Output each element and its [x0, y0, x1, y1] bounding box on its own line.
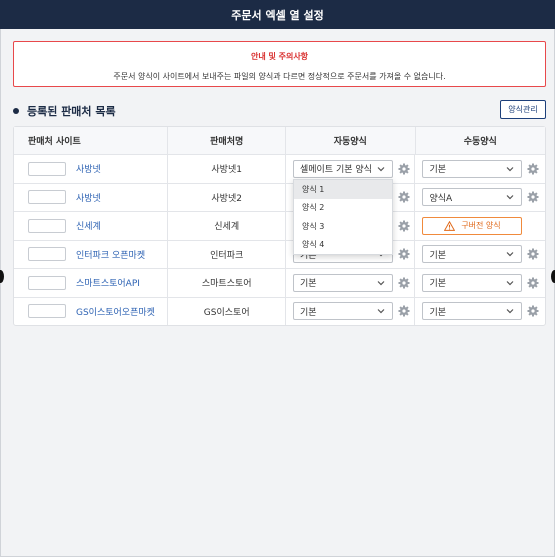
section-title: 등록된 판매처 목록	[27, 105, 116, 118]
notice-box: 안내 및 주의사항 주문서 양식이 사이트에서 보내주는 파일의 양식과 다르면…	[13, 41, 546, 87]
select-value: 기본	[429, 279, 447, 290]
gear-icon[interactable]	[398, 277, 410, 289]
seller-name: 사방넷2	[167, 183, 285, 211]
warning-icon	[444, 220, 456, 231]
site-link[interactable]: 스마트스토어API	[76, 276, 140, 289]
manual-form-select[interactable]: 기본	[422, 245, 523, 264]
site-link[interactable]: 신세계	[76, 219, 101, 232]
row-checkbox[interactable]	[28, 247, 66, 262]
select-value: 셀메이트 기본 양식	[299, 165, 372, 176]
chevron-down-icon	[377, 166, 385, 172]
row-checkbox[interactable]	[28, 161, 66, 176]
chevron-down-icon	[377, 309, 385, 314]
auto-form-dropdown-menu: 양식 1 양식 2 양식 3 양식 4	[293, 179, 393, 255]
notice-text: 주문서 양식이 사이트에서 보내주는 파일의 양식과 다르면 정상적으로 주문서…	[113, 72, 446, 81]
site-link[interactable]: 사방넷	[76, 162, 101, 175]
site-link[interactable]: GS이스토어오픈마켓	[76, 305, 155, 318]
seller-name: 인터파크	[167, 240, 285, 268]
header-manual-form: 수동양식	[414, 127, 546, 154]
auto-form-select[interactable]: 기본	[292, 302, 393, 321]
header-site: 판매처 사이트	[28, 137, 81, 147]
bullet-icon	[13, 108, 19, 114]
gear-icon[interactable]	[527, 163, 539, 175]
row-checkbox[interactable]	[28, 190, 66, 205]
gear-icon[interactable]	[398, 191, 410, 203]
gear-icon[interactable]	[398, 220, 410, 232]
row-checkbox[interactable]	[28, 275, 66, 290]
seller-table: 판매처 사이트 판매처명 자동양식 수동양식 사방넷 사방넷1 셀메이트 기본 …	[13, 126, 546, 326]
table-row: 사방넷 사방넷1 셀메이트 기본 양식 기본	[14, 154, 545, 183]
section-heading: 등록된 판매처 목록	[13, 103, 116, 119]
select-value: 기본	[299, 279, 317, 290]
table-header-row: 판매처 사이트 판매처명 자동양식 수동양식	[14, 127, 545, 154]
seller-name: 신세계	[167, 212, 285, 240]
chevron-down-icon	[507, 309, 514, 314]
seller-name: 스마트스토어	[167, 269, 285, 297]
legacy-form-button[interactable]: 구버전 양식	[422, 216, 523, 235]
manual-form-select[interactable]: 기본	[422, 273, 523, 292]
table-row: GS이스토어오픈마켓 GS이스토어 기본 기본	[14, 296, 545, 325]
chevron-down-icon	[507, 166, 514, 172]
site-link[interactable]: 인터파크 오픈마켓	[76, 248, 145, 261]
chevron-down-icon	[507, 252, 514, 257]
gear-icon[interactable]	[527, 305, 539, 317]
dropdown-option[interactable]: 양식 1	[294, 180, 392, 199]
gear-icon[interactable]	[527, 191, 539, 203]
auto-form-select[interactable]: 셀메이트 기본 양식	[292, 159, 393, 178]
right-edge-handle	[551, 270, 555, 283]
row-checkbox[interactable]	[28, 304, 66, 319]
select-value: 기본	[429, 307, 447, 318]
gear-icon[interactable]	[398, 305, 410, 317]
table-row: 사방넷 사방넷2 양식A	[14, 182, 545, 211]
chevron-down-icon	[507, 195, 514, 200]
legacy-form-label: 구버전 양식	[461, 221, 501, 231]
row-checkbox[interactable]	[28, 218, 66, 233]
gear-icon[interactable]	[398, 248, 410, 260]
gear-icon[interactable]	[527, 277, 539, 289]
gear-icon[interactable]	[527, 248, 539, 260]
dropdown-option[interactable]: 양식 2	[294, 199, 392, 218]
header-auto-form: 자동양식	[285, 127, 415, 154]
auto-form-select[interactable]: 기본	[292, 273, 393, 292]
seller-name: 사방넷1	[167, 155, 285, 183]
table-row: 스마트스토어API 스마트스토어 기본 기본	[14, 268, 545, 297]
select-value: 기본	[299, 307, 317, 318]
gear-icon[interactable]	[398, 163, 410, 175]
manual-form-select[interactable]: 기본	[422, 302, 523, 321]
table-row: 인터파크 오픈마켓 인터파크 기본 기본	[14, 239, 545, 268]
chevron-down-icon	[377, 280, 385, 286]
dropdown-option[interactable]: 양식 4	[294, 236, 392, 255]
select-value: 기본	[429, 250, 447, 261]
window-title: 주문서 엑셀 열 설정	[0, 0, 555, 29]
notice-title: 안내 및 주의사항	[250, 52, 309, 61]
select-value: 기본	[429, 165, 447, 176]
header-name: 판매처명	[167, 127, 285, 154]
site-link[interactable]: 사방넷	[76, 191, 101, 204]
manual-form-select[interactable]: 기본	[422, 159, 523, 178]
select-value: 양식A	[429, 193, 453, 204]
seller-name: GS이스토어	[167, 297, 285, 325]
dropdown-option[interactable]: 양식 3	[294, 217, 392, 236]
manual-form-select[interactable]: 양식A	[422, 188, 523, 207]
manage-forms-button[interactable]: 양식관리	[500, 100, 546, 119]
chevron-down-icon	[507, 280, 514, 286]
table-row: 신세계 신세계 구버전 양식	[14, 211, 545, 240]
